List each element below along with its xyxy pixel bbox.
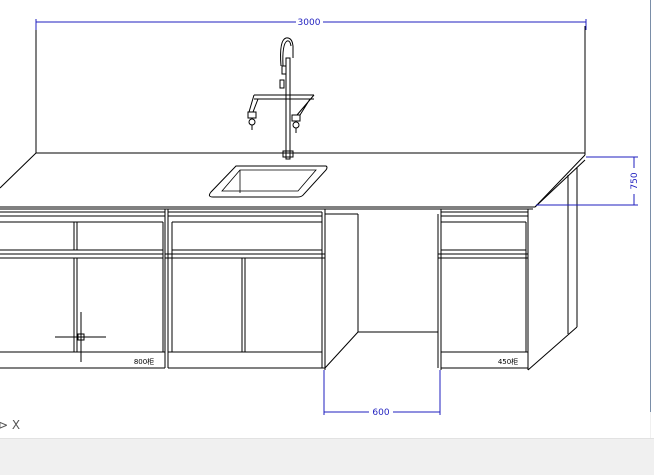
dimension-750: 750 [536,156,640,206]
dimension-3000: 3000 [35,18,587,30]
faucet [247,37,315,160]
crosshair-cursor-icon [55,312,106,362]
knee-space-opening [324,213,439,369]
right-cabinet-label: 450柜 [498,357,518,366]
middle-cabinet [165,209,326,370]
status-bar [0,438,654,475]
left-cabinet-label: 800柜 [134,357,154,366]
viewport-border [650,0,651,412]
lab-bench-elevation: 3000 750 600 800柜 450柜 ⊳ X [0,18,640,432]
sink-basin [208,165,328,198]
drawing-canvas[interactable]: 3000 750 600 800柜 450柜 ⊳ X [0,0,650,438]
left-cabinet-block [0,209,166,369]
dimension-600-text: 600 [372,408,389,418]
command-prompt: ⊳ X [0,418,20,432]
dimension-750-text: 750 [630,172,640,189]
backsplash [35,26,586,155]
dimension-3000-text: 3000 [298,18,321,28]
right-cabinet [438,209,529,370]
dimension-600: 600 [323,370,441,418]
countertop [0,152,586,210]
side-panel [527,167,578,371]
